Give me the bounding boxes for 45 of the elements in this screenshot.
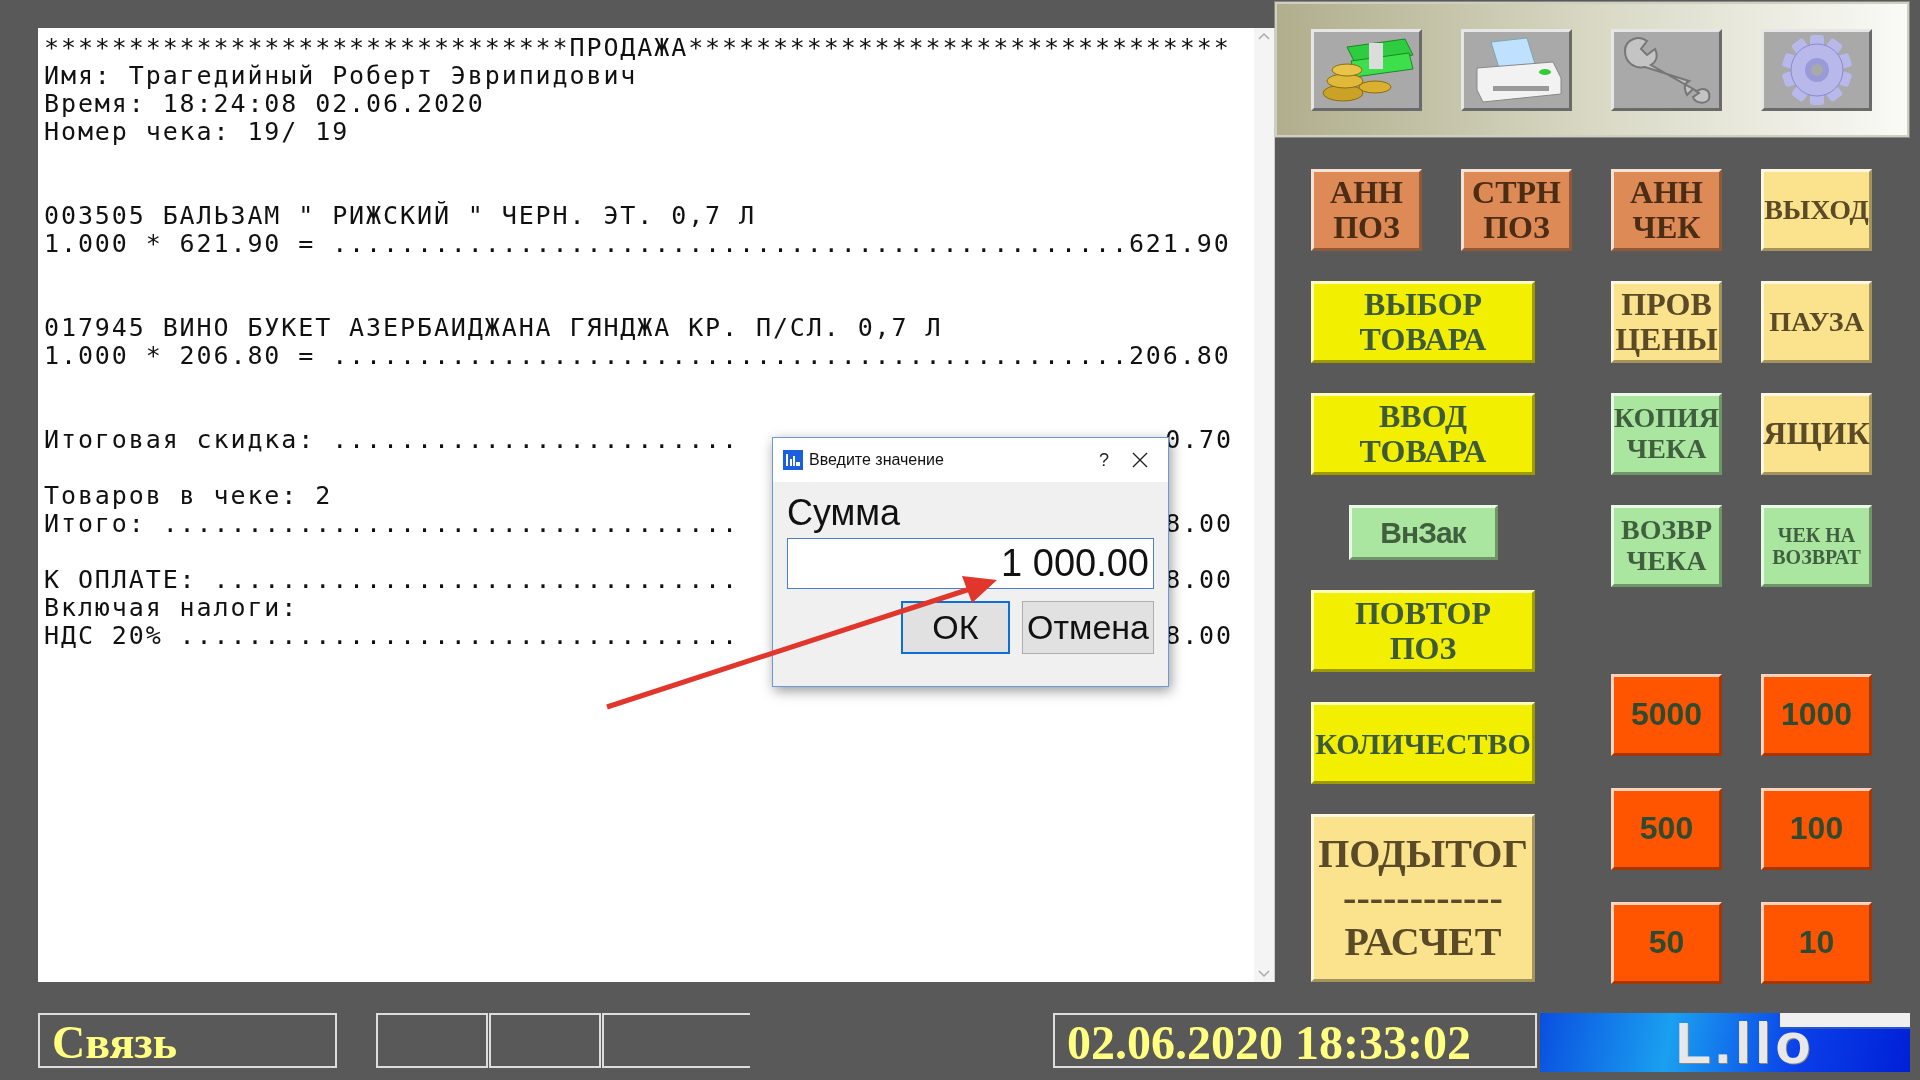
key-button[interactable]: ПОДЫТОГ ------------ РАСЧЕТ (1311, 814, 1535, 982)
key-button[interactable]: ВЫХОД (1761, 169, 1872, 251)
logo: L.llo (1540, 1013, 1910, 1072)
key-button[interactable]: АНН ПОЗ (1311, 169, 1422, 251)
key-button[interactable]: СТРН ПОЗ (1461, 169, 1572, 251)
toolbar-button[interactable] (1611, 28, 1722, 111)
receipt-line: Время: 18:24:08 02.06.2020 (44, 90, 485, 118)
summary-label: НДС 20% ................................. (44, 622, 739, 650)
app-icon (783, 450, 803, 470)
dialog-title: Введите значение (809, 451, 945, 469)
amount-field[interactable]: 1 000.00 (787, 538, 1154, 589)
item-name: 003505 БАЛЬЗАМ " РИЖСКИЙ " ЧЕРН. ЭТ. 0,7 Л (44, 202, 756, 230)
key-button[interactable]: ВЫБОР ТОВАРА (1311, 281, 1535, 363)
field-label: Сумма (787, 492, 902, 534)
summary-label: Включая налоги: (44, 594, 299, 622)
item-name: 017945 ВИНО БУКЕТ АЗЕРБАИДЖАНА ГЯНДЖА КР. П/СЛ. 0,7 Л (44, 314, 943, 342)
key-button[interactable]: КОПИЯ ЧЕКА (1611, 393, 1722, 475)
date-time: 02.06.2020 18:33:02 (1053, 1013, 1537, 1068)
summary-label: Итого: .................................. (44, 510, 739, 538)
help-button[interactable]: ? (1082, 449, 1126, 471)
summary-label: Итоговая скидка: ........................ (44, 426, 739, 454)
toolbar-button[interactable] (1761, 28, 1872, 111)
key-button[interactable]: ВОЗВР ЧЕКА (1611, 505, 1722, 587)
key-button[interactable]: ПАУЗА (1761, 281, 1872, 363)
toolbar-button[interactable] (1311, 28, 1422, 111)
key-button[interactable]: ПРОВ ЦЕНЫ (1611, 281, 1722, 363)
key-button[interactable]: ЯЩИК (1761, 393, 1872, 475)
toolbar-button[interactable] (1461, 28, 1572, 111)
receipt-line: *******************************ПРОДАЖА******************************** (44, 34, 1231, 62)
summary-label: К ОПЛАТЕ: ............................... (44, 566, 739, 594)
summary-label: Товаров в чеке: 2 (44, 482, 333, 510)
dialog-button[interactable]: Отмена (1022, 601, 1154, 654)
key-button[interactable]: АНН ЧЕК (1611, 169, 1722, 251)
key-button[interactable]: ПОВТОР ПОЗ (1311, 590, 1535, 672)
key-button[interactable]: КОЛИЧЕСТВО (1311, 702, 1535, 784)
receipt-line: Имя: Трагедийный Роберт Эврипидович (44, 62, 638, 90)
key-button[interactable]: ЧЕК НА ВОЗВРАТ (1761, 505, 1872, 587)
key-button[interactable]: ВВОД ТОВАРА (1311, 393, 1535, 475)
receipt-line: Номер чека: 19/ 19 (44, 118, 350, 146)
item-calculation: 1.000 * 621.90 = ...............................................621.90 (44, 230, 1231, 258)
item-calculation: 1.000 * 206.80 = ...............................................206.80 (44, 342, 1231, 370)
connection-status: Связь (38, 1013, 337, 1068)
close-icon[interactable] (1132, 452, 1148, 468)
key-button[interactable]: ВнЗак (1348, 505, 1498, 560)
dialog-button[interactable]: ОК (901, 601, 1010, 654)
